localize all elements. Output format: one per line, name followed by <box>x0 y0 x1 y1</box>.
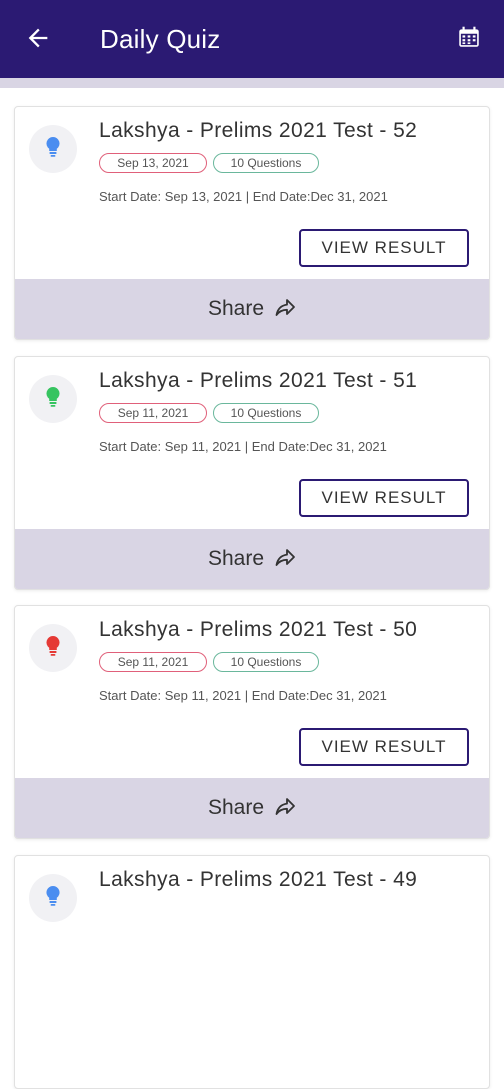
lightbulb-icon <box>44 884 62 913</box>
date-range: Start Date: Sep 13, 2021 | End Date:Dec … <box>99 189 388 204</box>
date-tag: Sep 11, 2021 <box>99 403 207 423</box>
questions-tag: 10 Questions <box>213 652 319 672</box>
quiz-title: Lakshya - Prelims 2021 Test - 51 <box>99 369 418 392</box>
lightbulb-icon <box>44 634 62 663</box>
share-label: Share <box>207 796 265 819</box>
date-range: Start Date: Sep 11, 2021 | End Date:Dec … <box>99 439 387 454</box>
back-button[interactable] <box>20 22 56 58</box>
share-arrow-icon <box>274 298 296 324</box>
share-label: Share <box>207 547 265 570</box>
share-label: Share <box>207 297 265 320</box>
view-result-button[interactable]: VIEW RESULT <box>299 479 469 517</box>
share-arrow-icon <box>274 548 296 574</box>
calendar-button[interactable] <box>454 24 484 54</box>
view-result-button[interactable]: VIEW RESULT <box>299 728 469 766</box>
date-tag: Sep 11, 2021 <box>99 652 207 672</box>
quiz-card: Lakshya - Prelims 2021 Test - 50 Sep 11,… <box>14 605 490 839</box>
quiz-title: Lakshya - Prelims 2021 Test - 52 <box>99 119 418 142</box>
quiz-title: Lakshya - Prelims 2021 Test - 49 <box>99 868 418 891</box>
share-button[interactable]: Share <box>15 279 489 339</box>
quiz-card: Lakshya - Prelims 2021 Test - 52 Sep 13,… <box>14 106 490 340</box>
view-result-button[interactable]: VIEW RESULT <box>299 229 469 267</box>
arrow-left-icon <box>24 24 52 57</box>
questions-tag: 10 Questions <box>213 403 319 423</box>
lightbulb-icon <box>44 385 62 414</box>
bulb-avatar <box>29 375 77 423</box>
quiz-title: Lakshya - Prelims 2021 Test - 50 <box>99 618 418 641</box>
bulb-avatar <box>29 624 77 672</box>
bulb-avatar <box>29 874 77 922</box>
app-bar-divider <box>0 78 504 88</box>
lightbulb-icon <box>44 135 62 164</box>
calendar-icon <box>456 24 482 55</box>
quiz-card: Lakshya - Prelims 2021 Test - 51 Sep 11,… <box>14 356 490 590</box>
date-range: Start Date: Sep 11, 2021 | End Date:Dec … <box>99 688 387 703</box>
questions-tag: 10 Questions <box>213 153 319 173</box>
quiz-card: Lakshya - Prelims 2021 Test - 49 <box>14 855 490 1089</box>
share-button[interactable]: Share <box>15 778 489 838</box>
bulb-avatar <box>29 125 77 173</box>
app-bar: Daily Quiz <box>0 0 504 78</box>
share-button[interactable]: Share <box>15 529 489 589</box>
page-title: Daily Quiz <box>100 24 221 54</box>
share-arrow-icon <box>274 797 296 823</box>
date-tag: Sep 13, 2021 <box>99 153 207 173</box>
